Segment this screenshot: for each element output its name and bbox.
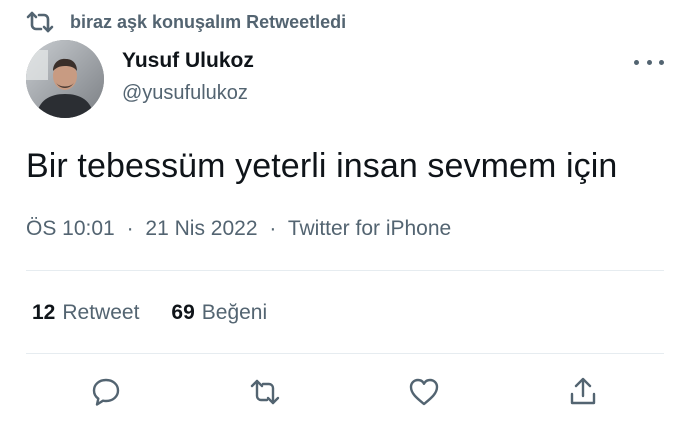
share-button[interactable] xyxy=(563,372,603,412)
heart-icon xyxy=(409,378,439,406)
retweet-icon xyxy=(250,379,280,405)
retweet-context-text: biraz aşk konuşalım Retweetledi xyxy=(70,11,347,32)
more-options-icon[interactable] xyxy=(634,52,664,72)
retweets-label: Retweet xyxy=(62,301,140,324)
tweet-source[interactable]: Twitter for iPhone xyxy=(288,217,451,240)
avatar[interactable] xyxy=(26,40,104,118)
display-name[interactable]: Yusuf Ulukoz xyxy=(122,48,254,74)
tweet-stats: 12 Retweet 69 Beğeni xyxy=(32,298,299,328)
user-handle[interactable]: @yusufulukoz xyxy=(122,80,254,106)
tweet-text: Bir tebessüm yeterli insan sevmem için xyxy=(26,147,618,185)
retweets-stat[interactable]: 12 Retweet xyxy=(32,301,139,325)
retweets-count: 12 xyxy=(32,301,56,324)
meta-separator: · xyxy=(126,217,134,240)
tweet-detail: biraz aşk konuşalım Retweetledi Yusuf Ul… xyxy=(0,0,690,421)
tweet-time[interactable]: ÖS 10:01 xyxy=(26,217,115,240)
retweet-button[interactable] xyxy=(245,372,285,412)
likes-stat[interactable]: 69 Beğeni xyxy=(171,301,267,325)
likes-count: 69 xyxy=(171,301,195,324)
action-bar xyxy=(0,372,690,412)
divider xyxy=(26,353,664,354)
likes-label: Beğeni xyxy=(201,301,268,324)
like-button[interactable] xyxy=(404,372,444,412)
retweet-icon xyxy=(26,10,56,34)
reply-button[interactable] xyxy=(86,372,126,412)
reply-icon xyxy=(92,378,120,406)
divider xyxy=(26,270,664,271)
meta-separator: · xyxy=(269,217,277,240)
tweet-date[interactable]: 21 Nis 2022 xyxy=(145,217,257,240)
share-icon xyxy=(570,377,596,405)
author-info[interactable]: Yusuf Ulukoz @yusufulukoz xyxy=(122,48,254,106)
tweet-meta: ÖS 10:01 · 21 Nis 2022 · Twitter for iPh… xyxy=(26,214,451,244)
retweet-context[interactable]: biraz aşk konuşalım Retweetledi xyxy=(26,10,346,34)
